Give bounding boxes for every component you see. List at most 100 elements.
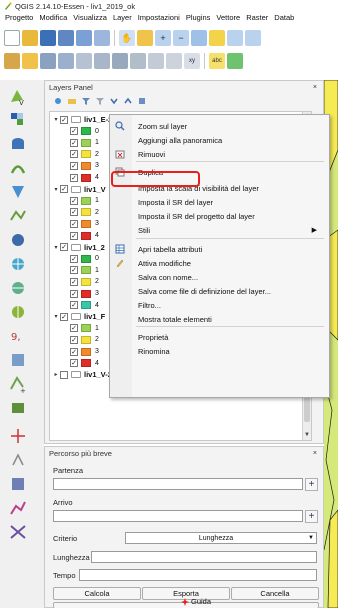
add-vector-layer-icon[interactable]: V [8, 86, 28, 106]
legend-class-row[interactable]: ✓ 4 [70, 172, 99, 183]
legend-class-row[interactable]: ✓ 3 [70, 288, 99, 299]
class-visibility-checkbox[interactable]: ✓ [70, 347, 78, 356]
add-delimited-text-layer-icon[interactable]: 9, [8, 326, 28, 346]
add-wcs-layer-icon[interactable] [8, 278, 28, 298]
legend-class-row[interactable]: ✓ 2 [70, 276, 99, 287]
node-tool-icon[interactable] [76, 53, 92, 69]
zoom-native-icon[interactable] [191, 30, 207, 46]
menu-item-salva-come-file-di-definizione-del-layer[interactable]: Salva come file di definizione del layer… [110, 284, 329, 298]
zoom-layer-toolbar-icon[interactable] [245, 30, 261, 46]
add-group-icon[interactable] [67, 96, 77, 106]
class-visibility-checkbox[interactable]: ✓ [70, 359, 78, 368]
menu-item-mostra-totale-elementi[interactable]: Mostra totale elementi [110, 312, 329, 326]
add-wfs-layer-icon[interactable] [8, 302, 28, 322]
label-toolbar-icon[interactable]: abc [209, 53, 225, 69]
class-visibility-checkbox[interactable]: ✓ [70, 173, 78, 182]
layer-visibility-checkbox[interactable] [60, 370, 68, 379]
menu-item-rimuovi[interactable]: Rimuovi [110, 147, 329, 161]
menu-item-apri-tabella-attributi[interactable]: Apri tabella attributi [110, 242, 329, 256]
copy-features-icon[interactable] [148, 53, 164, 69]
layers-panel-close-button[interactable]: × [313, 84, 319, 91]
chevron-down-icon[interactable]: ▾ [52, 244, 60, 251]
new-print-composer-icon[interactable] [76, 30, 92, 46]
paste-features-icon[interactable] [166, 53, 182, 69]
chevron-down-icon[interactable]: ▾ [52, 313, 60, 320]
time-output[interactable] [79, 569, 317, 581]
clear-button[interactable]: Cancella [231, 587, 319, 600]
new-shapefile-layer-icon[interactable]: + [8, 374, 28, 394]
chevron-down-icon[interactable]: ▾ [52, 116, 60, 123]
menu-modifica[interactable]: Modifica [36, 13, 70, 22]
legend-class-row[interactable]: ✓ 2 [70, 334, 99, 345]
zoom-selection-icon[interactable] [227, 30, 243, 46]
zoom-full-icon[interactable] [209, 30, 225, 46]
length-output[interactable] [91, 551, 317, 563]
filter-expression-icon[interactable] [95, 96, 105, 106]
expand-all-icon[interactable] [109, 96, 119, 106]
menu-item-propriet[interactable]: Proprietà [110, 330, 329, 344]
end-point-input[interactable] [53, 510, 303, 522]
delete-selected-icon[interactable] [112, 53, 128, 69]
menu-item-salva-con-nome[interactable]: Salva con nome... [110, 270, 329, 284]
help-button-label-wrap[interactable]: Guida [181, 597, 211, 606]
road-graph-icon[interactable] [8, 522, 28, 542]
class-visibility-checkbox[interactable]: ✓ [70, 127, 78, 136]
label-pin-icon[interactable] [227, 53, 243, 69]
class-visibility-checkbox[interactable]: ✓ [70, 277, 78, 286]
class-visibility-checkbox[interactable]: ✓ [70, 196, 78, 205]
end-capture-point-button[interactable]: + [305, 510, 318, 523]
class-visibility-checkbox[interactable]: ✓ [70, 289, 78, 298]
class-visibility-checkbox[interactable]: ✓ [70, 161, 78, 170]
menu-item-stili[interactable]: Stili ▶ [110, 223, 329, 237]
menu-vettore[interactable]: Vettore [213, 13, 243, 22]
add-spatialite-layer-icon[interactable] [8, 158, 28, 178]
menu-item-aggiungi-alla-panoramica[interactable]: Aggiungi alla panoramica [110, 133, 329, 147]
legend-class-row[interactable]: ✓ 3 [70, 218, 99, 229]
zoom-in-icon[interactable]: + [155, 30, 171, 46]
criterion-select[interactable]: Lunghezza ▼ [125, 532, 317, 544]
class-visibility-checkbox[interactable]: ✓ [70, 138, 78, 147]
legend-class-row[interactable]: ✓ 4 [70, 300, 99, 311]
menu-item-filtro[interactable]: Filtro... [110, 298, 329, 312]
menu-plugins[interactable]: Plugins [183, 13, 214, 22]
chevron-down-icon[interactable]: ▾ [52, 186, 60, 193]
add-layer-tool-icon[interactable] [8, 450, 28, 470]
legend-class-row[interactable]: ✓ 2 [70, 149, 99, 160]
add-wkt-point-icon[interactable] [8, 426, 28, 446]
move-feature-icon[interactable] [94, 53, 110, 69]
label-tool-icon[interactable]: xy [184, 53, 200, 69]
menu-visualizza[interactable]: Visualizza [70, 13, 110, 22]
composer-manager-icon[interactable] [94, 30, 110, 46]
save-edits-icon[interactable] [40, 53, 56, 69]
legend-class-row[interactable]: ✓ 4 [70, 230, 99, 241]
menu-raster[interactable]: Raster [243, 13, 271, 22]
new-spatialite-layer-icon[interactable] [8, 398, 28, 418]
chevron-right-icon[interactable]: ▸ [52, 371, 60, 378]
scroll-down-icon[interactable]: ▼ [303, 431, 311, 440]
start-point-input[interactable] [53, 478, 303, 490]
menu-item-imposta-il-sr-del-progetto-dal-layer[interactable]: Imposta il SR del progetto dal layer [110, 209, 329, 223]
legend-class-row[interactable]: ✓ 1 [70, 137, 99, 148]
pan-to-selection-icon[interactable] [137, 30, 153, 46]
class-visibility-checkbox[interactable]: ✓ [70, 254, 78, 263]
layer-group-row[interactable]: ▾ ✓ liv1_V [52, 184, 105, 195]
add-virtual-layer-icon[interactable] [8, 350, 28, 370]
shortest-path-icon[interactable] [8, 498, 28, 518]
menu-item-imposta-il-sr-del-layer[interactable]: Imposta il SR del layer [110, 195, 329, 209]
class-visibility-checkbox[interactable]: ✓ [70, 150, 78, 159]
legend-class-row[interactable]: ✓ 4 [70, 358, 99, 369]
cut-features-icon[interactable] [130, 53, 146, 69]
menu-progetto[interactable]: Progetto [2, 13, 36, 22]
manage-visibility-icon[interactable] [53, 96, 63, 106]
layer-visibility-checkbox[interactable]: ✓ [60, 243, 68, 252]
layer-visibility-checkbox[interactable]: ✓ [60, 185, 68, 194]
layer-visibility-checkbox[interactable]: ✓ [60, 312, 68, 321]
current-edits-icon[interactable] [4, 53, 20, 69]
save-project-icon[interactable] [40, 30, 56, 46]
legend-class-row[interactable]: ✓ 1 [70, 265, 99, 276]
menu-layer[interactable]: Layer [110, 13, 135, 22]
class-visibility-checkbox[interactable]: ✓ [70, 219, 78, 228]
legend-class-row[interactable]: ✓ 1 [70, 323, 99, 334]
class-visibility-checkbox[interactable]: ✓ [70, 324, 78, 333]
collapse-all-icon[interactable] [123, 96, 133, 106]
